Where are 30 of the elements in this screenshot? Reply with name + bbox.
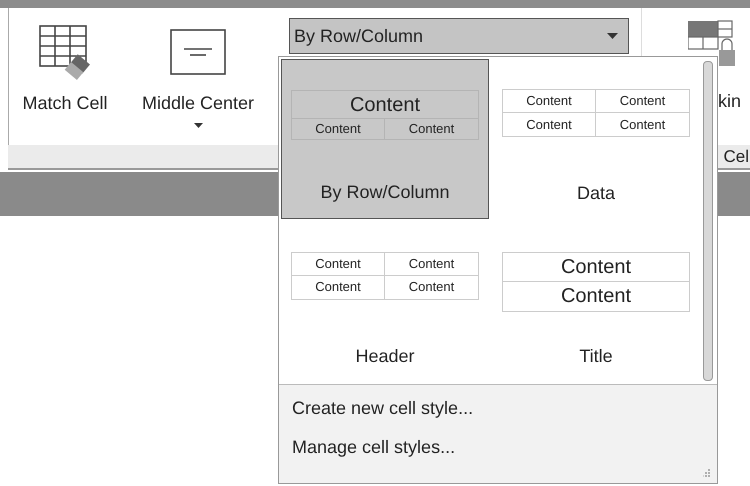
ribbon-button[interactable]: Middle Center — [133, 8, 263, 145]
preview-cell-text: Content — [408, 278, 456, 296]
middle-center-icon — [170, 29, 226, 75]
preview-cell: Content — [292, 252, 385, 276]
preview-cell: Content — [503, 252, 689, 282]
scrollbar[interactable] — [703, 61, 713, 381]
cell-style-tile[interactable]: Content Content Title — [492, 222, 700, 382]
caret-icon — [194, 123, 202, 128]
menu-item[interactable]: Create new cell style... — [292, 395, 717, 422]
preview-cell: Content — [503, 90, 596, 113]
menu-item[interactable]: Manage cell styles... — [292, 434, 717, 461]
preview-cell: Content — [596, 90, 689, 113]
preview-cell: Content — [385, 252, 478, 276]
cell-style-tile[interactable]: Content Content Content By Row/Column — [281, 59, 489, 219]
style-dropdown[interactable]: By Row/Column — [289, 18, 629, 54]
preview-cell: Content — [503, 113, 596, 136]
table-brush-icon — [38, 24, 92, 80]
preview-cell-text: Content — [618, 116, 666, 134]
resize-grip-icon — [703, 469, 711, 477]
preview-cell: Content — [292, 276, 385, 298]
cell-style-tile[interactable]: Content Content Content Content Data — [492, 59, 700, 219]
ribbon-button[interactable]: Match Cell — [15, 8, 115, 145]
cell-style-tile[interactable]: Content Content Content Content Header — [281, 222, 489, 382]
preview-cell-text: Content — [560, 284, 632, 309]
preview-cell-text: Content — [408, 120, 456, 138]
ribbon-label: kin — [718, 90, 742, 113]
preview-cell: Content — [292, 91, 478, 119]
caret-icon — [607, 33, 618, 39]
preview-cell: Content — [292, 119, 385, 139]
group-label: Cel — [723, 146, 749, 168]
